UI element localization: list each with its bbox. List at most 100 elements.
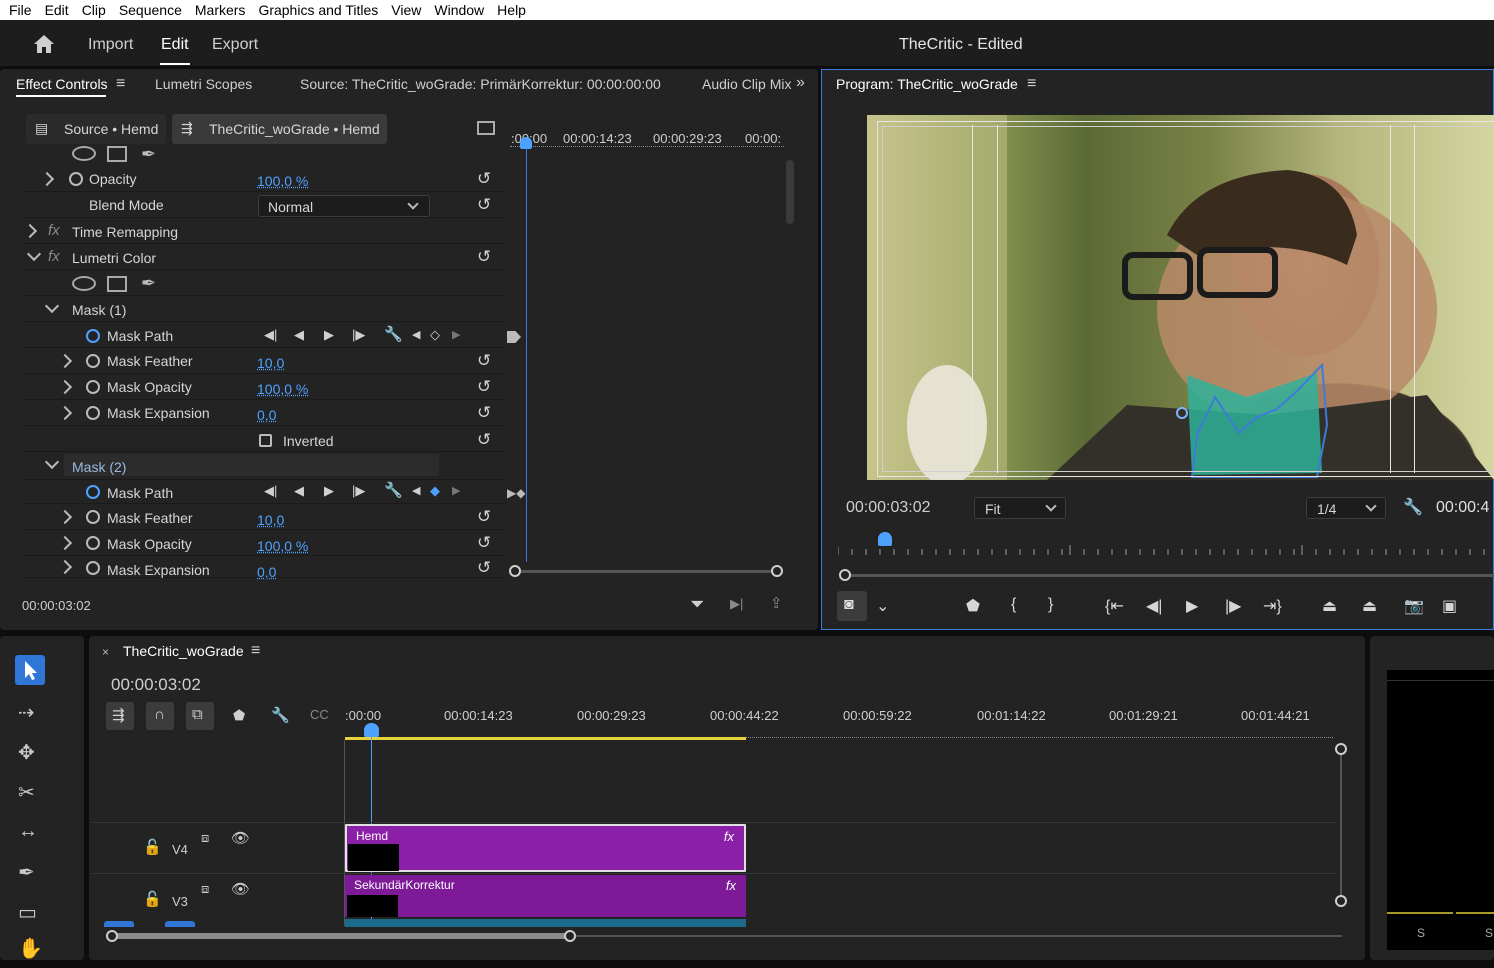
stopwatch-icon[interactable] [86,485,100,499]
menu-markers[interactable]: Markers [195,2,246,18]
chevron-right-icon[interactable] [22,223,38,239]
mask2-row[interactable]: Mask (2) [24,454,506,480]
clip-selector[interactable]: ⇶ TheCritic_woGrade • Hemd [172,114,387,144]
fit-dropdown[interactable]: Fit [974,497,1066,519]
chevron-right-icon[interactable] [57,353,73,369]
mask-opacity-value[interactable]: 100,0 % [257,538,308,554]
track-backward-icon[interactable]: ◀| [264,327,277,343]
solo-right-button[interactable]: S [1485,926,1493,940]
vscroll-handle-bottom[interactable] [1335,895,1347,907]
track-forward-one-icon[interactable]: ▶ [324,483,334,499]
source-selector[interactable]: ▤ Source • Hemd [26,114,166,144]
nest-toggle-button[interactable]: ⇶ [106,702,134,730]
filter-icon[interactable]: ⏷ [690,594,704,615]
track-backward-one-icon[interactable]: ◀ [294,483,304,499]
clip-lower-track[interactable] [345,919,746,927]
timeline-playhead-handle[interactable] [364,723,379,737]
stopwatch-icon[interactable] [86,510,100,524]
rectangle-mask-icon[interactable] [107,146,127,162]
chevron-right-icon[interactable] [57,559,73,575]
reset-icon[interactable]: ↺ [477,195,491,215]
eye-icon[interactable]: 👁 [231,880,250,898]
close-icon[interactable]: × [102,645,109,659]
pen-mask-icon[interactable]: ✒ [141,273,156,294]
stopwatch-icon[interactable] [86,354,100,368]
linked-selection-button[interactable]: ⧉ [186,702,214,730]
keyframe-active-icon[interactable]: ◆ [430,483,440,499]
extract-icon[interactable]: ⏏ [1362,596,1377,616]
next-keyframe-icon[interactable]: ▶ [452,328,460,341]
step-back-icon[interactable]: ◀| [1146,596,1162,616]
tab-audio-clip-mix[interactable]: Audio Clip Mix [702,76,791,92]
add-marker-icon[interactable]: ⬟ [233,707,245,724]
timeline-hscroll-thumb[interactable] [112,933,570,939]
lock-icon[interactable]: 🔓 [143,890,162,908]
ec-zoom-handle-left[interactable] [509,565,521,577]
opacity-value[interactable]: 100,0 % [257,173,308,189]
ec-playhead[interactable] [526,140,527,562]
stopwatch-icon[interactable] [86,380,100,394]
prev-keyframe-icon[interactable]: ◀ [412,484,420,497]
stopwatch-icon[interactable] [69,172,83,186]
track-forward-one-icon[interactable]: ▶ [324,327,334,343]
work-area-bar[interactable] [345,737,746,740]
play-audio-icon[interactable]: ▶| [730,596,743,612]
vscroll-handle-top[interactable] [1335,743,1347,755]
hscroll-handle-left[interactable] [106,930,118,942]
chevron-right-icon[interactable] [39,171,55,187]
track-select-tool-icon[interactable]: ⇢ [18,700,35,725]
menu-window[interactable]: Window [434,2,484,18]
add-marker-icon[interactable]: ⬟ [966,596,980,616]
mark-out-icon[interactable]: } [1048,596,1053,614]
menu-file[interactable]: File [9,2,32,18]
hand-tool-icon[interactable]: ✋ [18,936,43,961]
reset-icon[interactable]: ↺ [477,533,491,553]
tab-effect-controls[interactable]: Effect Controls [16,76,108,92]
reset-icon[interactable]: ↺ [477,430,491,450]
export-icon[interactable]: ⇪ [770,594,783,612]
next-keyframe-icon[interactable]: ▶ [452,484,460,497]
program-zoom-handle[interactable] [839,569,851,581]
program-playhead[interactable] [878,532,892,546]
solo-left-button[interactable]: S [1417,926,1425,940]
captions-icon[interactable]: CC [310,707,329,722]
inverted-checkbox[interactable] [259,434,272,447]
reset-icon[interactable]: ↺ [477,403,491,423]
more-tabs-icon[interactable]: » [796,74,805,92]
mask-expansion-value[interactable]: 0,0 [257,564,276,580]
rectangle-tool-icon[interactable]: ▭ [18,900,37,925]
stopwatch-icon[interactable] [86,561,100,575]
panel-menu-icon[interactable]: ≡ [1027,75,1036,93]
mask-feather-value[interactable]: 10,0 [257,355,284,371]
timeline-vscroll[interactable] [1340,750,1342,900]
blend-mode-dropdown[interactable]: Normal [258,195,430,217]
add-keyframe-icon[interactable]: ◇ [430,327,440,343]
track-backward-one-icon[interactable]: ◀ [294,327,304,343]
menu-help[interactable]: Help [497,2,526,18]
track-source-v2[interactable] [165,921,195,927]
track-target-v2[interactable] [104,921,134,927]
sync-lock-icon[interactable]: ⧈ [201,881,209,897]
chevron-down-icon[interactable] [44,298,60,314]
chevron-down-icon[interactable] [26,246,42,262]
ec-playhead-handle[interactable] [520,137,532,149]
mask-feather-value[interactable]: 10,0 [257,512,284,528]
chevron-down-icon[interactable] [44,454,60,470]
nav-export[interactable]: Export [212,36,258,54]
go-to-in-icon[interactable]: {⇤ [1105,596,1124,616]
reset-icon[interactable]: ↺ [477,169,491,189]
lock-icon[interactable]: 🔓 [143,838,162,856]
reset-icon[interactable]: ↺ [477,507,491,527]
tab-source[interactable]: Source: TheCritic_woGrade: PrimärKorrekt… [300,76,661,92]
track-backward-icon[interactable]: ◀| [264,483,277,499]
pen-mask-icon[interactable]: ✒ [141,144,156,165]
mask1-row[interactable]: Mask (1) [24,296,506,322]
wrench-icon[interactable]: 🔧 [384,325,403,343]
export-frame-icon[interactable]: 📷 [1404,596,1424,616]
program-zoom-bar[interactable] [845,574,1494,577]
safe-margins-button[interactable]: ◙ [837,591,867,621]
reset-icon[interactable]: ↺ [477,377,491,397]
keyframe-marker[interactable]: ▶◆ [507,486,525,500]
menu-clip[interactable]: Clip [82,2,106,18]
ellipse-mask-icon[interactable] [72,276,96,291]
